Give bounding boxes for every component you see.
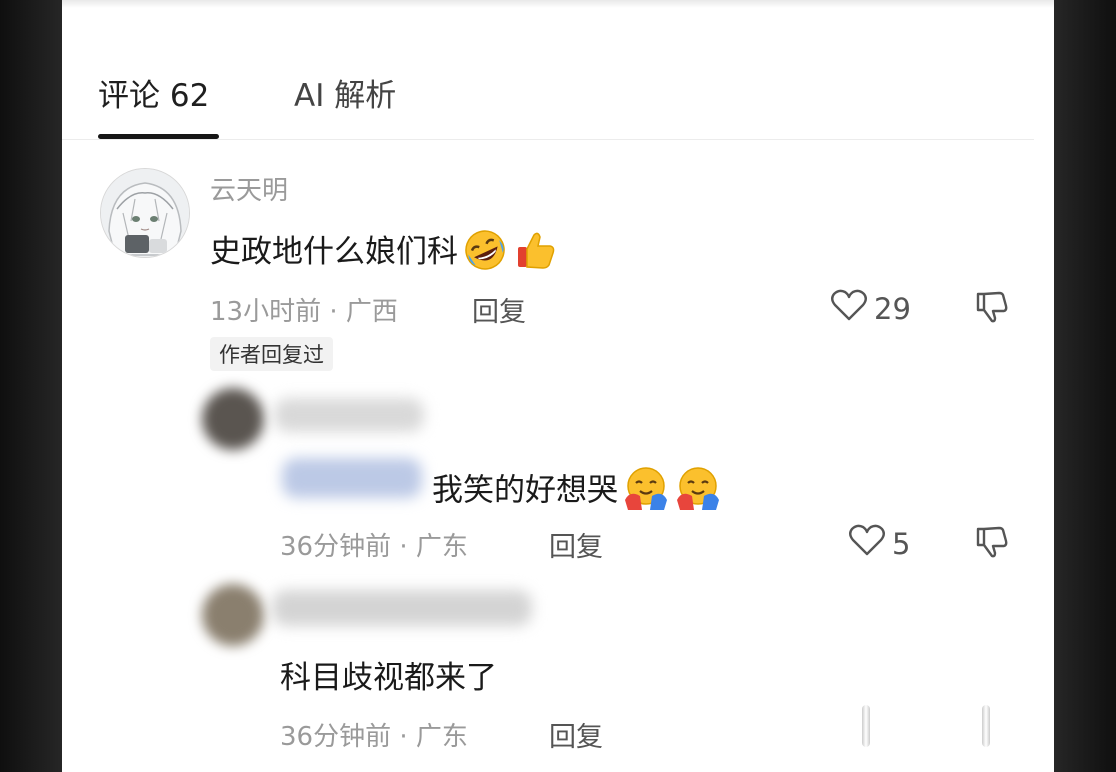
like-button[interactable]: 5	[848, 523, 910, 564]
username-redacted	[274, 398, 424, 432]
thumbs-up-icon	[512, 227, 558, 281]
right-frame	[1054, 0, 1116, 772]
comment-time-location: 36分钟前 · 广东	[280, 532, 468, 562]
avatar[interactable]	[100, 168, 190, 258]
like-count: 5	[892, 526, 911, 561]
comment-text-body: 我笑的好想哭	[432, 472, 618, 509]
hugging-face-icon	[622, 464, 670, 520]
dislike-button[interactable]	[974, 288, 1010, 328]
action-indicator	[862, 705, 870, 747]
heart-icon	[848, 523, 886, 564]
thumbs-down-icon	[974, 526, 1010, 563]
heart-icon	[830, 288, 868, 329]
username-redacted	[272, 590, 532, 626]
comment-time-location: 13小时前 · 广西	[210, 297, 398, 327]
hugging-face-icon	[674, 464, 722, 520]
comment-time-location: 36分钟前 · 广东	[280, 722, 468, 752]
mention-redacted	[282, 458, 422, 498]
comment-text: 我笑的好想哭	[432, 464, 722, 520]
avatar[interactable]	[202, 584, 264, 646]
like-count: 29	[874, 291, 911, 326]
left-frame	[0, 0, 62, 772]
comment-text: 科目歧视都来了	[280, 660, 497, 696]
tab-divider	[62, 139, 1034, 140]
comment-text: 史政地什么娘们科	[210, 226, 558, 281]
rolling-on-floor-laughing-icon	[462, 227, 508, 281]
tab-comments[interactable]: 评论 62	[98, 70, 209, 115]
like-button[interactable]: 29	[830, 288, 911, 329]
tab-ai-analysis[interactable]: AI 解析	[294, 70, 396, 115]
avatar[interactable]	[202, 388, 264, 450]
reply-button[interactable]: 回复	[549, 525, 603, 564]
comment-username[interactable]: 云天明	[210, 170, 288, 207]
comment-text-body: 史政地什么娘们科	[210, 234, 458, 270]
dislike-button[interactable]	[974, 523, 1010, 563]
anime-avatar-image	[101, 169, 189, 257]
comments-panel: 评论 62 AI 解析 云天明 史政地什么娘们科 13小时前 · 广西 回复 2…	[62, 0, 1054, 772]
thumbs-down-icon	[974, 291, 1010, 328]
reply-button[interactable]: 回复	[549, 715, 603, 754]
top-strip	[62, 0, 1054, 8]
reply-button[interactable]: 回复	[472, 290, 526, 329]
author-replied-badge: 作者回复过	[210, 337, 333, 371]
action-indicator	[982, 705, 990, 747]
